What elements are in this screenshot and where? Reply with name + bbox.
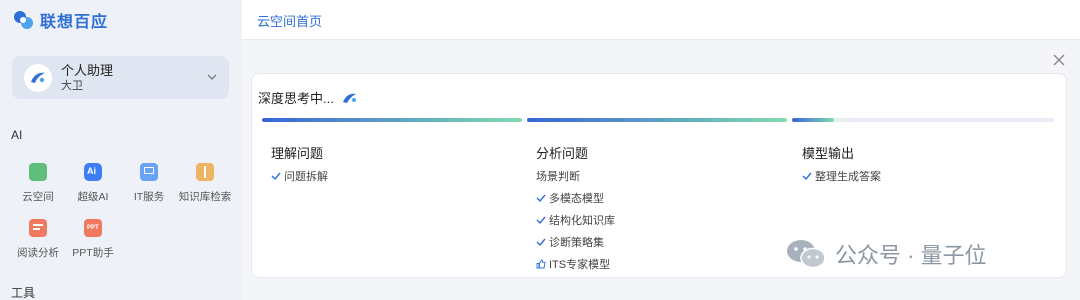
it-service-icon: [140, 163, 158, 181]
stage-progress-bar: [262, 118, 522, 122]
stage-progress-bar: [527, 118, 787, 122]
assistant-subtitle: 大卫: [61, 79, 83, 92]
cloud-space-icon: [29, 163, 47, 181]
close-icon[interactable]: [1051, 52, 1067, 68]
tool-label: 知识库检索: [178, 191, 232, 203]
check-icon: [536, 216, 546, 225]
assistant-avatar: [24, 63, 52, 92]
wechat-icon: [787, 240, 826, 269]
check-icon: [536, 238, 546, 247]
tool-label: 超级AI: [77, 191, 109, 203]
stage-item-text: 问题拆解: [284, 171, 328, 183]
stage-title: 分析问题: [536, 146, 589, 161]
stage-track: [527, 118, 787, 122]
app-logo[interactable]: 联想百应: [12, 8, 108, 32]
thinking-text: 深度思考中...: [258, 91, 334, 106]
check-icon: [536, 194, 546, 203]
stage-item-text: 场景判断: [536, 171, 580, 183]
stage-item: 场景判断: [536, 168, 580, 184]
chevron-down-icon: [207, 74, 217, 80]
tool-label: IT服务: [133, 191, 165, 203]
loading-logo-icon: [342, 93, 356, 103]
stage-track: [262, 118, 522, 122]
knowledge-search-icon: [196, 163, 214, 181]
stage-item-text: 整理生成答案: [815, 171, 881, 183]
assistant-title: 个人助理: [61, 62, 114, 78]
tool-knowledge-search[interactable]: 知识库检索: [170, 163, 240, 204]
stage-item-text: 诊断策略集: [549, 237, 604, 249]
stage-item: 诊断策略集: [536, 234, 604, 250]
stage-item: ITS专家模型: [536, 256, 610, 272]
watermark-text: 公众号 · 量子位: [835, 243, 987, 268]
page-title[interactable]: 云空间首页: [257, 11, 322, 30]
logo-text: 联想百应: [40, 14, 109, 31]
stage-item: 问题拆解: [271, 168, 328, 184]
stage-title: 模型输出: [802, 146, 855, 161]
logo-icon: [14, 11, 33, 29]
sidebar: 联想百应 个人助理 大卫 AI 云空间 Ai 超级AI IT服务 知识库检索 阅…: [0, 0, 242, 300]
stage-item: 结构化知识库: [536, 212, 615, 228]
section-label-ai: AI: [11, 128, 23, 142]
check-icon: [802, 172, 812, 181]
thumbs-up-icon: [536, 259, 546, 269]
top-bar: 云空间首页: [242, 0, 1080, 40]
tool-label: 阅读分析: [17, 247, 59, 259]
ppt-assistant-icon: PPT: [84, 219, 102, 237]
stage-item: 整理生成答案: [802, 168, 881, 184]
assistant-logo-icon: [31, 72, 45, 83]
watermark: 公众号 · 量子位: [785, 238, 987, 270]
stage-title: 理解问题: [271, 146, 324, 161]
stage-track: [792, 118, 1054, 122]
stage-item-text: ITS专家模型: [549, 259, 611, 271]
reading-analysis-icon: [29, 219, 47, 237]
tool-label: 云空间: [22, 191, 54, 203]
stage-item-text: 结构化知识库: [549, 215, 615, 227]
assistant-selector[interactable]: 个人助理 大卫: [12, 56, 229, 99]
stage-item-text: 多模态模型: [549, 193, 604, 205]
stage-progress-bar: [792, 118, 834, 122]
check-icon: [271, 172, 281, 181]
stage-item: 多模态模型: [536, 190, 604, 206]
section-label-tools: 工具: [11, 286, 36, 300]
super-ai-icon: Ai: [84, 163, 102, 181]
tool-ppt-assistant[interactable]: PPT PPT助手: [58, 219, 128, 260]
tool-label: PPT助手: [72, 247, 114, 259]
thinking-status: 深度思考中...: [258, 88, 358, 107]
